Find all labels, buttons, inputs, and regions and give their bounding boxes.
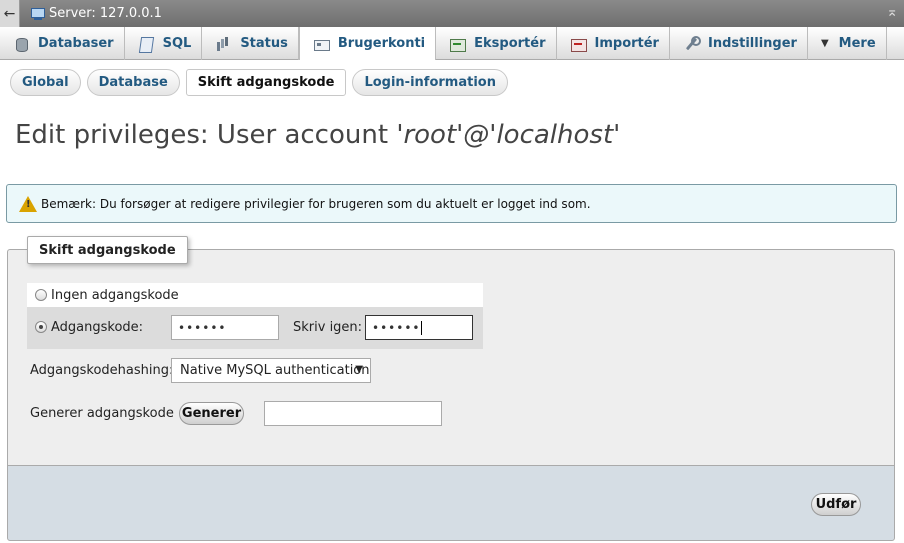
tab-brugerkonti[interactable]: Brugerkonti <box>298 27 437 60</box>
tab-importer[interactable]: Importér <box>557 27 670 60</box>
page-title: Edit privileges: User account 'root'@'lo… <box>15 120 620 150</box>
password-value: •••••• <box>178 320 227 335</box>
notice-text: Bemærk: Du forsøger at redigere privileg… <box>41 196 591 211</box>
tab-status[interactable]: Status <box>202 27 299 60</box>
generated-password-input[interactable] <box>264 401 442 426</box>
submit-button[interactable]: Udfør <box>811 493 861 516</box>
retype-password-label: Skriv igen: <box>293 320 363 335</box>
retype-password-input[interactable]: •••••• <box>365 315 473 340</box>
server-breadcrumb-bar: ← Server: 127.0.0.1 ⌅ <box>0 0 904 27</box>
tab-label: Importér <box>594 36 659 51</box>
subtab-change-password[interactable]: Skift adgangskode <box>185 69 347 96</box>
tab-databaser[interactable]: Databaser <box>0 27 125 60</box>
generate-button[interactable]: Generer <box>179 402 244 425</box>
status-icon <box>215 36 231 52</box>
tab-sql[interactable]: SQL <box>125 27 203 60</box>
tab-label: Brugerkonti <box>337 36 426 51</box>
hashing-select[interactable]: Native MySQL authentication ▼ <box>171 358 371 383</box>
password-label: Adgangskode: <box>51 320 144 335</box>
notice-banner: Bemærk: Du forsøger at redigere privileg… <box>6 184 897 223</box>
settings-icon <box>683 35 701 52</box>
no-password-label[interactable]: Ingen adgangskode <box>51 288 179 303</box>
sql-icon <box>138 36 154 52</box>
server-icon <box>30 7 46 20</box>
tab-indstillinger[interactable]: Indstillinger <box>670 27 808 60</box>
tab-label: Mere <box>838 36 876 51</box>
hashing-label: Adgangskodehashing: <box>30 363 174 378</box>
back-arrow-icon[interactable]: ← <box>0 0 20 27</box>
tab-label: Eksportér <box>474 36 546 51</box>
database-icon <box>13 36 29 52</box>
tab-label: SQL <box>162 36 192 51</box>
password-input[interactable]: •••••• <box>171 315 279 340</box>
tab-label: Status <box>240 36 288 51</box>
main-tabs: Databaser SQL Status Brugerkonti Eksport… <box>0 27 904 60</box>
hashing-selected-value: Native MySQL authentication <box>180 363 370 378</box>
subtab-login-information[interactable]: Login-information <box>352 69 508 96</box>
users-icon <box>313 36 330 52</box>
subtab-database[interactable]: Database <box>86 69 180 96</box>
collapse-icon[interactable]: ⌅ <box>886 4 898 20</box>
page-title-prefix: Edit privileges: User account <box>15 120 397 150</box>
password-radio[interactable] <box>35 321 47 333</box>
generate-password-label: Generer adgangskode <box>30 406 174 421</box>
server-label[interactable]: Server: 127.0.0.1 <box>49 6 162 21</box>
tab-label: Indstillinger <box>707 36 797 51</box>
tab-eksporter[interactable]: Eksportér <box>436 27 557 60</box>
import-icon <box>570 36 587 52</box>
tab-mere[interactable]: ▼ Mere <box>808 27 887 60</box>
retype-password-value: •••••• <box>372 320 421 335</box>
chevron-down-icon: ▼ <box>820 38 829 49</box>
text-cursor <box>421 320 423 335</box>
subtab-global[interactable]: Global <box>10 69 81 96</box>
change-password-fieldset <box>7 249 895 465</box>
warning-icon <box>19 195 37 212</box>
dropdown-arrow-icon: ▼ <box>355 364 363 375</box>
fieldset-legend: Skift adgangskode <box>27 236 188 264</box>
export-icon <box>449 36 467 52</box>
tab-label: Databaser <box>38 36 114 51</box>
sub-tabs: Global Database Skift adgangskode Login-… <box>10 69 508 96</box>
form-footer <box>7 465 895 541</box>
page-title-account: 'root'@'localhost' <box>396 120 621 150</box>
no-password-radio[interactable] <box>35 289 47 301</box>
